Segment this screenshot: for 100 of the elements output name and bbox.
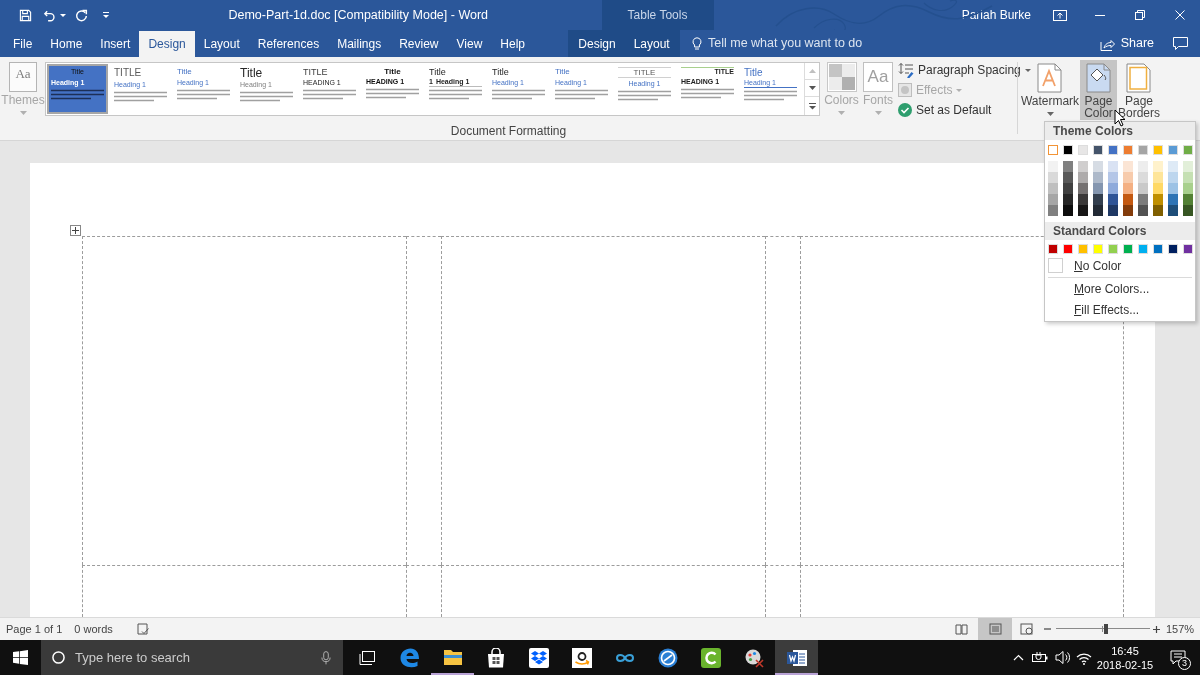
color-swatch[interactable]	[1168, 161, 1178, 172]
menu-item[interactable]: Fill Effects...	[1045, 299, 1195, 320]
color-swatch[interactable]	[1108, 172, 1118, 183]
ribbon-tab[interactable]: References	[248, 31, 329, 57]
color-swatch[interactable]	[1093, 205, 1103, 216]
ribbon-tab[interactable]: Layout	[194, 31, 249, 57]
color-swatch[interactable]	[1123, 161, 1133, 172]
print-layout-button[interactable]	[978, 618, 1012, 640]
speaker-icon	[1054, 650, 1070, 665]
color-swatch[interactable]	[1138, 183, 1148, 194]
ribbon-tab[interactable]: View	[447, 31, 492, 57]
color-swatch[interactable]	[1153, 183, 1163, 194]
color-swatch[interactable]	[1063, 205, 1073, 216]
color-swatch[interactable]	[1048, 145, 1058, 155]
color-swatch[interactable]	[1168, 194, 1178, 205]
menu-section-header: Theme Colors	[1045, 122, 1195, 140]
color-swatch[interactable]	[1123, 172, 1133, 183]
color-swatch[interactable]	[1078, 205, 1088, 216]
paragraph-lines-drawing	[492, 89, 545, 100]
zoom-level[interactable]: 157%	[1166, 620, 1193, 638]
proofing-button[interactable]	[136, 623, 150, 635]
color-swatch[interactable]	[1153, 194, 1163, 205]
tell-me-search-field[interactable]: Tell me what you want to do	[692, 30, 867, 57]
undo-arrow-icon	[42, 8, 56, 22]
dropdown-line-icon	[102, 11, 110, 19]
color-swatch[interactable]	[1063, 161, 1073, 172]
color-swatch[interactable]	[1168, 183, 1178, 194]
ribbon-tab[interactable]: Help	[491, 31, 534, 57]
caret-down-icon	[874, 111, 882, 115]
paragraph-spacing-button[interactable]: Paragraph Spacing	[898, 60, 1031, 80]
color-swatch[interactable]	[1048, 161, 1058, 172]
ring-icon	[52, 651, 65, 664]
ribbon-tab[interactable]: File	[4, 31, 42, 57]
zoom-slider-thumb[interactable]	[1103, 624, 1108, 634]
color-swatch[interactable]	[1093, 161, 1103, 172]
page-borders-button[interactable]: Page Borders	[1117, 60, 1161, 120]
color-squares-icon	[826, 62, 857, 92]
color-swatch[interactable]	[1078, 172, 1088, 183]
color-swatch[interactable]	[1048, 172, 1058, 183]
color-swatch[interactable]	[1123, 183, 1133, 194]
color-swatch[interactable]	[1063, 194, 1073, 205]
caret-down-icon	[19, 111, 27, 115]
zoom-slider[interactable]	[1056, 624, 1150, 634]
taskbar-clock[interactable]: 16:45 2018-02-15	[1095, 640, 1155, 675]
color-swatch[interactable]	[1153, 172, 1163, 183]
ribbon-tab[interactable]: Design	[569, 31, 625, 57]
line-caret-icon	[808, 102, 816, 110]
color-swatch[interactable]	[1108, 183, 1118, 194]
taskbar-search-field[interactable]: Type here to search	[41, 640, 343, 675]
color-swatch[interactable]	[1093, 172, 1103, 183]
menu-item[interactable]: No Color	[1045, 257, 1195, 274]
color-swatch[interactable]	[1138, 161, 1148, 172]
color-swatch[interactable]	[1183, 194, 1193, 205]
speech-bubble-icon	[1172, 37, 1188, 50]
color-swatch[interactable]	[1168, 172, 1178, 183]
color-swatch[interactable]	[1138, 205, 1148, 216]
color-swatch[interactable]	[1168, 205, 1178, 216]
menu-item[interactable]: More Colors...	[1045, 278, 1195, 299]
color-swatch[interactable]	[1138, 172, 1148, 183]
ribbon-tab[interactable]: Review	[390, 31, 448, 57]
page-count-status[interactable]: Page 1 of 1	[6, 620, 63, 638]
zoom-in-button[interactable]	[1152, 624, 1161, 634]
stacked-windows-icon	[358, 650, 375, 665]
share-button[interactable]: Share	[1095, 30, 1158, 57]
taskbar-app-button[interactable]	[775, 640, 818, 675]
color-swatch[interactable]	[1123, 194, 1133, 205]
ribbon-tab[interactable]: Design	[139, 31, 195, 57]
minimize-icon	[1095, 14, 1105, 16]
color-swatch[interactable]	[1063, 183, 1073, 194]
color-swatch[interactable]	[1183, 172, 1193, 183]
paragraph-lines-drawing	[51, 89, 104, 100]
word-count-status[interactable]: 0 words	[74, 620, 113, 638]
color-swatch[interactable]	[1078, 183, 1088, 194]
ribbon-tab[interactable]: Insert	[91, 31, 140, 57]
color-swatch[interactable]	[1183, 161, 1193, 172]
color-swatch[interactable]	[1153, 161, 1163, 172]
color-swatch[interactable]	[1093, 183, 1103, 194]
color-swatch[interactable]	[1078, 194, 1088, 205]
color-swatch[interactable]	[1093, 194, 1103, 205]
color-swatch[interactable]	[1108, 194, 1118, 205]
color-swatch[interactable]	[1108, 161, 1118, 172]
color-swatch[interactable]	[1048, 183, 1058, 194]
color-swatch[interactable]	[1183, 183, 1193, 194]
color-swatch[interactable]	[1153, 205, 1163, 216]
color-swatch[interactable]	[1183, 205, 1193, 216]
color-swatch[interactable]	[1108, 205, 1118, 216]
color-swatch[interactable]	[1048, 205, 1058, 216]
color-swatch[interactable]	[1123, 205, 1133, 216]
color-swatch[interactable]	[1063, 172, 1073, 183]
color-swatch[interactable]	[1138, 194, 1148, 205]
circle-logo-icon	[657, 647, 678, 668]
color-swatch[interactable]	[1048, 194, 1058, 205]
table-move-handle-icon[interactable]	[70, 225, 81, 236]
paragraph-lines-drawing	[681, 88, 734, 99]
ribbon-tab[interactable]: Layout	[624, 31, 679, 57]
color-swatch[interactable]	[1078, 161, 1088, 172]
ribbon-tab[interactable]: Home	[41, 31, 92, 57]
action-center-button[interactable]: 3	[1155, 640, 1200, 675]
page-color-button[interactable]: Page Color	[1080, 60, 1117, 120]
ribbon-tab[interactable]: Mailings	[328, 31, 391, 57]
